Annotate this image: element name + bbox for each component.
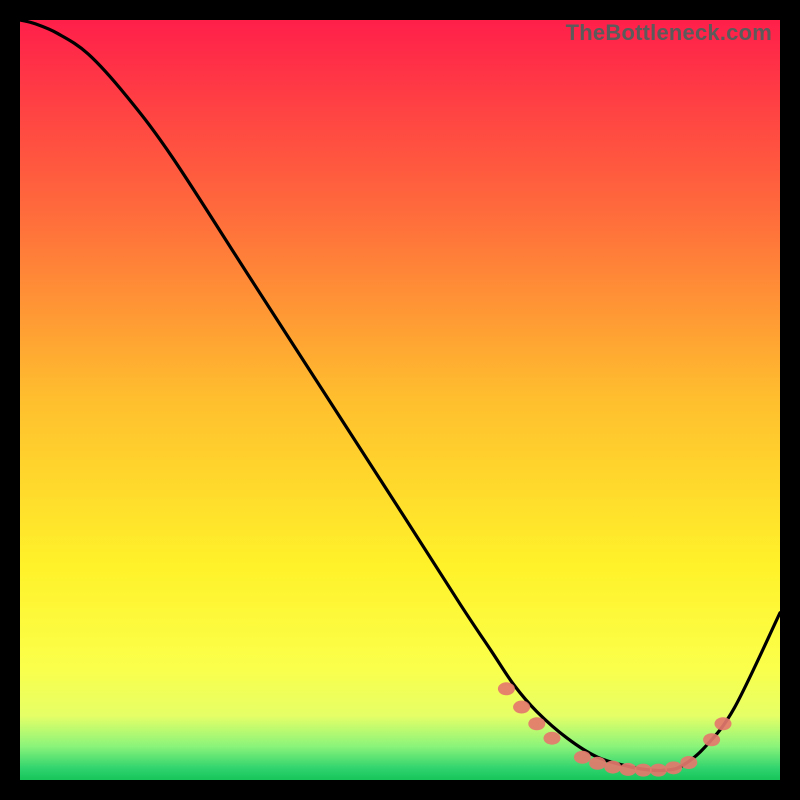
data-marker	[604, 761, 621, 774]
data-marker	[665, 761, 682, 774]
gradient-background	[20, 20, 780, 780]
data-marker	[620, 763, 637, 776]
data-marker	[528, 717, 545, 730]
data-marker	[589, 757, 606, 770]
data-marker	[513, 701, 530, 714]
data-marker	[574, 751, 591, 764]
data-marker	[544, 732, 561, 745]
watermark-text: TheBottleneck.com	[566, 20, 772, 46]
data-marker	[498, 682, 515, 695]
chart-frame: TheBottleneck.com	[20, 20, 780, 780]
data-marker	[635, 764, 652, 777]
data-marker	[650, 764, 667, 777]
bottleneck-curve-chart	[20, 20, 780, 780]
data-marker	[680, 756, 697, 769]
data-marker	[715, 717, 732, 730]
data-marker	[703, 733, 720, 746]
